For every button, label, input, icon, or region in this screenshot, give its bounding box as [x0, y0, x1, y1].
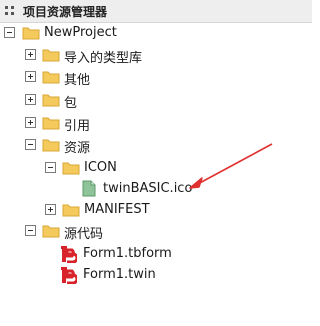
tree-item-form-tbform[interactable]: Form1.tbform: [0, 243, 312, 265]
tree-item-label: Form1.twin: [83, 267, 156, 282]
twinbasic-file-icon: [61, 267, 77, 284]
tree-item-ico-file[interactable]: twinBASIC.ico: [0, 178, 312, 200]
folder-icon: [42, 71, 60, 84]
tree-item-label: ICON: [84, 160, 117, 175]
expand-toggle[interactable]: [25, 117, 36, 128]
tree-item-label: 导入的类型库: [64, 51, 143, 66]
folder-icon: [42, 94, 60, 107]
panel-title: 项目资源管理器: [23, 5, 108, 19]
collapse-toggle[interactable]: [45, 162, 56, 173]
folder-icon: [62, 162, 80, 175]
tree-item-source[interactable]: 源代码: [0, 220, 312, 242]
tree-item-icon-folder[interactable]: ICON: [0, 157, 312, 179]
folder-icon: [22, 27, 40, 40]
tree-item-other[interactable]: 其他: [0, 66, 312, 88]
panel-header: 项目资源管理器: [0, 0, 312, 23]
collapse-toggle[interactable]: [25, 139, 36, 150]
expand-toggle[interactable]: [25, 49, 36, 60]
tree-item-label: twinBASIC.ico: [103, 181, 193, 196]
tree-item-packages[interactable]: 包: [0, 89, 312, 111]
tree-item-references[interactable]: 引用: [0, 112, 312, 134]
tree-item-label: 资源: [64, 141, 91, 156]
expand-toggle[interactable]: [45, 204, 56, 215]
collapse-toggle[interactable]: [25, 225, 36, 236]
tree-item-resources[interactable]: 资源: [0, 134, 312, 156]
expand-toggle[interactable]: [25, 94, 36, 105]
tree-item-root[interactable]: NewProject: [0, 22, 312, 44]
folder-icon: [42, 139, 60, 152]
grid-grip-icon[interactable]: [5, 6, 15, 16]
file-icon: [82, 180, 96, 197]
tree-item-form-twin[interactable]: Form1.twin: [0, 264, 312, 286]
folder-icon: [42, 117, 60, 130]
twinbasic-file-icon: [61, 246, 77, 263]
tree-item-import-types[interactable]: 导入的类型库: [0, 44, 312, 66]
tree-item-label: 源代码: [64, 227, 104, 242]
folder-icon: [42, 225, 60, 238]
tree-item-label: Form1.tbform: [83, 246, 172, 261]
folder-icon: [62, 204, 80, 217]
tree-item-manifest[interactable]: MANIFEST: [0, 199, 312, 221]
expand-toggle[interactable]: [25, 71, 36, 82]
tree-item-label: 其他: [64, 73, 91, 88]
tree-item-label: 包: [64, 96, 78, 111]
tree-item-label: NewProject: [44, 25, 117, 40]
tree-item-label: 引用: [64, 119, 91, 134]
folder-icon: [42, 49, 60, 62]
tree-item-label: MANIFEST: [84, 202, 150, 217]
collapse-toggle[interactable]: [4, 27, 15, 38]
